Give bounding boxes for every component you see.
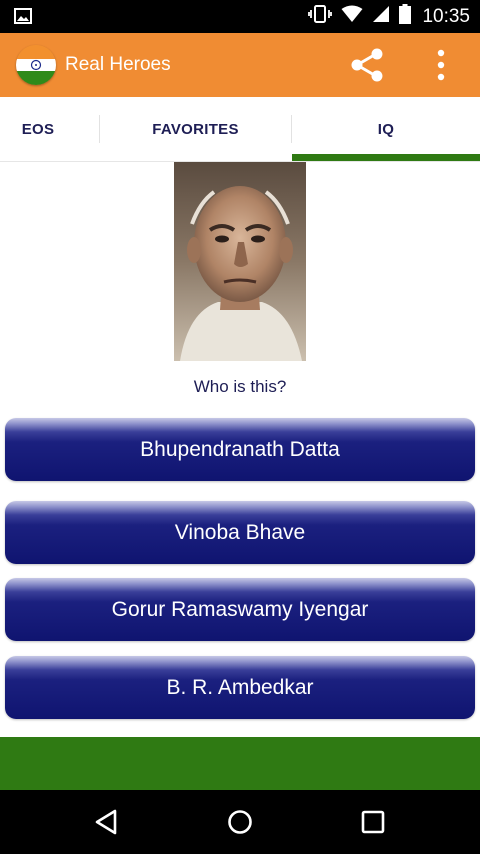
answer-label: B. R. Ambedkar xyxy=(166,675,314,699)
home-button[interactable] xyxy=(222,804,258,840)
selected-tab-indicator xyxy=(292,154,480,161)
vibrate-icon xyxy=(308,5,333,28)
app-bar: Real Heroes xyxy=(0,33,480,97)
answer-button-3[interactable]: Gorur Ramaswamy Iyengar xyxy=(5,578,475,641)
more-vert-icon xyxy=(437,49,445,81)
answer-label: Bhupendranath Datta xyxy=(140,437,340,461)
app-logo xyxy=(16,45,56,85)
image-notification-icon xyxy=(14,8,32,29)
tab-bar: EOS FAVORITES IQ xyxy=(0,97,480,162)
tab-favorites[interactable]: FAVORITES xyxy=(100,97,291,161)
answer-label: Vinoba Bhave xyxy=(174,520,306,544)
more-options-button[interactable] xyxy=(430,47,452,83)
tab-label: FAVORITES xyxy=(152,120,239,138)
battery-icon xyxy=(399,4,412,29)
back-button[interactable] xyxy=(89,804,125,840)
quiz-question: Who is this? xyxy=(193,377,287,396)
share-button[interactable] xyxy=(348,48,386,82)
footer-band xyxy=(0,737,480,790)
tab-iq[interactable]: IQ xyxy=(292,97,480,161)
signal-icon xyxy=(372,5,390,28)
tab-heroes[interactable]: EOS xyxy=(0,97,98,161)
status-icons: 10:35 xyxy=(308,0,470,33)
app-title: Real Heroes xyxy=(65,54,171,75)
recents-icon xyxy=(361,810,385,834)
home-icon xyxy=(228,810,252,834)
answer-button-4[interactable]: B. R. Ambedkar xyxy=(5,656,475,719)
tab-label: EOS xyxy=(21,120,55,138)
recents-button[interactable] xyxy=(355,804,391,840)
status-time: 10:35 xyxy=(422,5,470,27)
navigation-bar xyxy=(0,790,480,854)
hero-portrait xyxy=(174,162,306,361)
answer-label: Gorur Ramaswamy Iyengar xyxy=(111,597,369,621)
wifi-icon xyxy=(341,5,363,28)
back-icon xyxy=(95,809,117,835)
screen: 10:35 Real Heroes EOS FAVORITES IQ Who i… xyxy=(0,0,480,854)
answer-button-2[interactable]: Vinoba Bhave xyxy=(5,501,475,564)
tab-label: IQ xyxy=(377,120,395,138)
share-icon xyxy=(351,48,383,82)
status-bar: 10:35 xyxy=(0,0,480,33)
answer-button-1[interactable]: Bhupendranath Datta xyxy=(5,418,475,481)
